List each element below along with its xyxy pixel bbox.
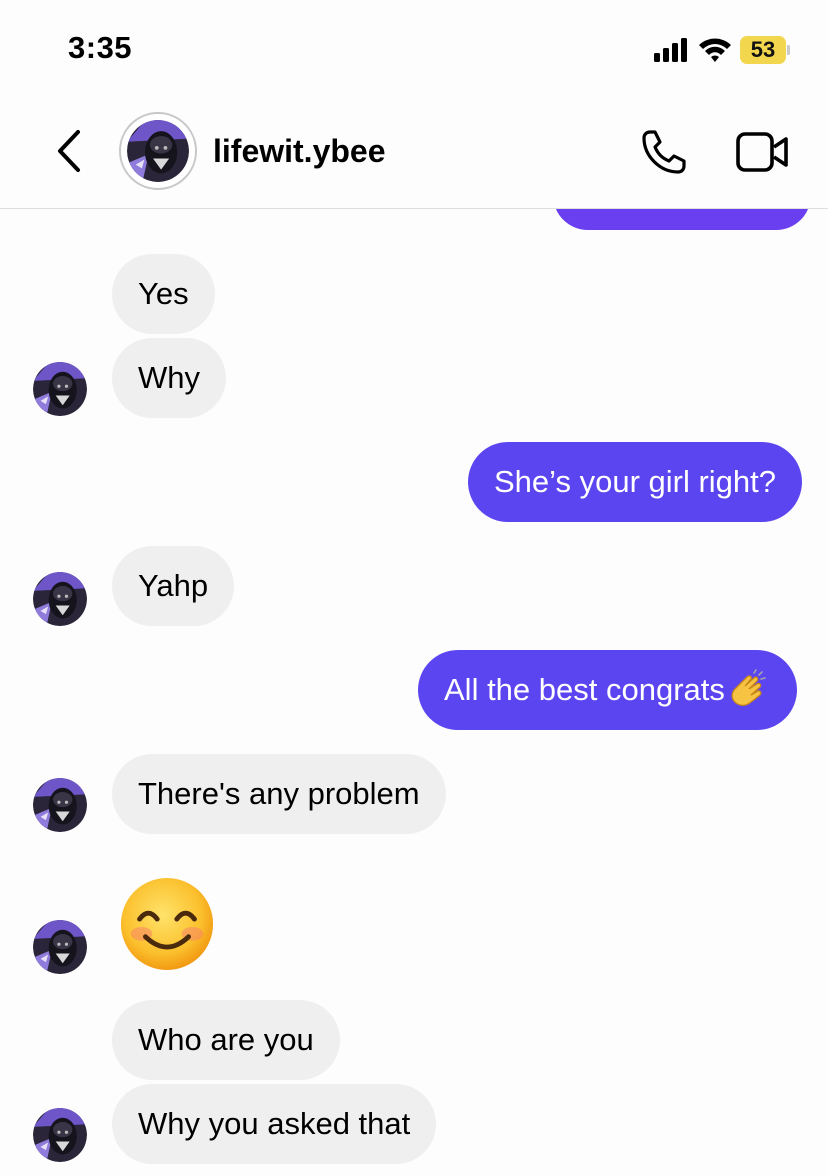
smiling-face-emoji-icon: [120, 877, 214, 971]
phone-icon[interactable]: [640, 128, 688, 176]
chevron-left-icon[interactable]: [52, 128, 88, 174]
status-time: 3:35: [68, 30, 133, 65]
avatar: [127, 120, 189, 182]
chat-username[interactable]: lifewit.ybee: [213, 133, 386, 170]
wifi-icon: [699, 38, 731, 62]
sender-avatar: [33, 362, 87, 416]
sender-avatar: [33, 778, 87, 832]
sender-avatar: [33, 1108, 87, 1162]
sender-avatar: [33, 572, 87, 626]
status-bar: 3:35 53: [0, 0, 828, 100]
message-incoming: Who are you: [112, 1000, 340, 1080]
sender-avatar: [33, 920, 87, 974]
message-incoming: There's any problem: [112, 754, 446, 834]
chat-header: lifewit.ybee: [0, 100, 828, 209]
message-outgoing: All the best congrats: [418, 650, 797, 730]
message-incoming: Why: [112, 338, 226, 418]
message-text: All the best congrats: [444, 672, 725, 707]
header-avatar[interactable]: [119, 112, 197, 190]
cellular-signal-icon: [654, 38, 687, 62]
message-incoming: Yahp: [112, 546, 235, 626]
battery-tip: [787, 45, 790, 55]
message-incoming: Why you asked that: [112, 1084, 437, 1164]
message-incoming: Yes: [112, 254, 215, 334]
battery-indicator: 53: [740, 36, 790, 64]
message-outgoing: She’s your girl right?: [468, 442, 803, 522]
video-camera-icon[interactable]: [736, 130, 790, 174]
clapping-hands-icon: [731, 669, 766, 706]
battery-level: 53: [740, 36, 786, 64]
